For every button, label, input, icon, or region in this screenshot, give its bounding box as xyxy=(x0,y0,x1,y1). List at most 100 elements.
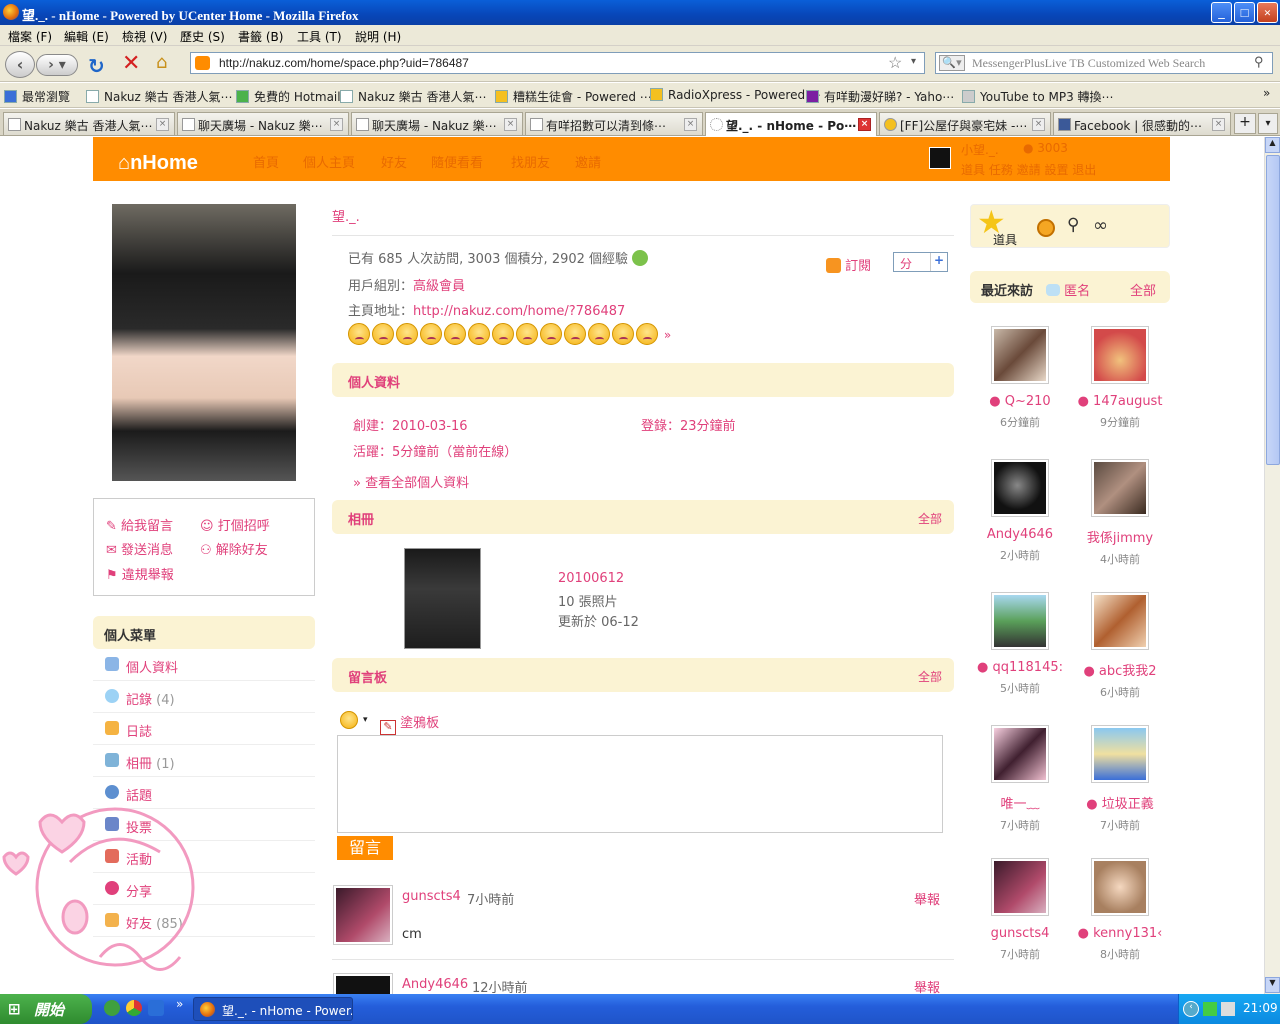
header-user-links[interactable]: 道具 任務 邀請 設置 退出 xyxy=(961,161,1096,178)
scroll-down-icon[interactable]: ▼ xyxy=(1265,977,1280,993)
menu-edit[interactable]: 編輯 (E) xyxy=(64,28,109,45)
quicklaunch-overflow-icon[interactable]: » xyxy=(176,997,183,1011)
menu-view[interactable]: 檢視 (V) xyxy=(122,28,167,45)
quicklaunch-icon[interactable] xyxy=(148,1000,164,1016)
subscribe-link[interactable]: 訂閱 xyxy=(826,255,871,274)
visitor-avatar[interactable] xyxy=(1091,592,1149,650)
greet-link[interactable]: ☺ 打個招呼 xyxy=(200,515,270,534)
ie-icon[interactable] xyxy=(104,1000,120,1016)
visitor-name[interactable]: ● abc我我2 xyxy=(1070,660,1170,679)
nav-home[interactable]: 首頁 xyxy=(253,152,279,171)
visitor-name[interactable]: Andy4646 xyxy=(970,527,1070,542)
visitor-avatar[interactable] xyxy=(1091,725,1149,783)
home-icon[interactable]: ⌂ xyxy=(156,52,167,73)
chevron-down-icon[interactable]: ▾ xyxy=(363,715,368,725)
chrome-icon[interactable] xyxy=(126,1000,142,1016)
group-link[interactable]: 高級會員 xyxy=(413,279,465,294)
bookmark-item[interactable]: RadioXpress - Powered ⋯ xyxy=(650,88,821,102)
remove-friend-link[interactable]: ⚇ 解除好友 xyxy=(200,539,268,558)
maximize-button[interactable]: □ xyxy=(1234,2,1255,23)
tab[interactable]: Nakuz 樂古 香港人氣⋯ × xyxy=(3,112,175,135)
visitor-item[interactable]: ● 147august 9分鐘前 xyxy=(1070,326,1170,430)
menu-item-blog[interactable]: 日誌 xyxy=(93,713,315,745)
reload-icon[interactable]: ↻ xyxy=(88,54,105,78)
minimize-button[interactable]: _ xyxy=(1211,2,1232,23)
menu-tools[interactable]: 工具 (T) xyxy=(297,28,342,45)
nav-my-space[interactable]: 個人主頁 xyxy=(303,152,355,171)
tab-active[interactable]: 望._. - nHome - Po⋯ × xyxy=(705,112,877,136)
visitor-item[interactable]: ● kenny131‹ 8小時前 xyxy=(1070,858,1170,962)
bookmark-most-visited[interactable]: 最常瀏覽 xyxy=(4,88,70,105)
clock[interactable]: 21:09 xyxy=(1243,1001,1278,1015)
nav-invite[interactable]: 邀請 xyxy=(575,152,601,171)
medal-icon[interactable] xyxy=(1037,219,1055,237)
share-button[interactable]: 分 + xyxy=(893,252,948,272)
message-textarea[interactable] xyxy=(337,735,943,833)
visitor-name[interactable]: ● Q~210 xyxy=(970,394,1070,409)
menu-item-records[interactable]: 記錄 (4) xyxy=(93,681,315,713)
start-button[interactable]: ⊞ 開始 xyxy=(0,994,92,1024)
visitor-avatar[interactable] xyxy=(991,592,1049,650)
tab-close-icon[interactable]: × xyxy=(504,118,517,131)
visitor-name[interactable]: ● kenny131‹ xyxy=(1070,926,1170,941)
search-engine-icon[interactable]: 🔍▾ xyxy=(939,55,965,71)
stop-icon[interactable]: ✕ xyxy=(122,51,140,76)
magnifier-icon[interactable]: ⚲ xyxy=(1067,215,1079,235)
network-icon[interactable] xyxy=(1203,1002,1217,1016)
menu-file[interactable]: 檔案 (F) xyxy=(8,28,52,45)
url-input[interactable]: http://nakuz.com/home/space.php?uid=7864… xyxy=(190,52,925,74)
visitor-item[interactable]: 唯一﹏ 7小時前 xyxy=(970,725,1070,833)
vertical-scrollbar[interactable]: ▲ ▼ xyxy=(1264,137,1280,994)
visitor-avatar[interactable] xyxy=(1091,459,1149,517)
visitor-name[interactable]: gunscts4 xyxy=(970,926,1070,941)
tray-expand-icon[interactable]: ‹ xyxy=(1183,1001,1199,1017)
report-comment-link[interactable]: 舉報 xyxy=(914,977,940,994)
emoticon-picker-icon[interactable] xyxy=(340,711,358,729)
bookmark-item[interactable]: 免費的 Hotmail xyxy=(236,88,341,105)
search-go-icon[interactable]: ⚲ xyxy=(1254,54,1264,70)
forward-button[interactable]: › ▾ xyxy=(36,54,78,76)
visitor-name[interactable]: 我係jimmy xyxy=(1070,527,1170,546)
glasses-icon[interactable]: ∞ xyxy=(1093,215,1108,236)
visitor-name[interactable]: ● 147august xyxy=(1070,394,1170,409)
new-tab-button[interactable]: + xyxy=(1234,113,1256,134)
scrollbar-thumb[interactable] xyxy=(1266,155,1280,465)
comment-avatar[interactable] xyxy=(333,973,393,994)
tab[interactable]: 聊天廣場 - Nakuz 樂⋯ × xyxy=(351,112,523,135)
tab-close-icon[interactable]: × xyxy=(1212,118,1225,131)
visitor-item[interactable]: gunscts4 7小時前 xyxy=(970,858,1070,962)
visitor-name[interactable]: ● qq118145: xyxy=(970,660,1070,675)
bookmark-item[interactable]: YouTube to MP3 轉換⋯ xyxy=(962,88,1114,105)
tab-close-icon[interactable]: × xyxy=(858,118,871,131)
nav-find-friends[interactable]: 找朋友 xyxy=(511,152,550,171)
chevron-down-icon[interactable]: ▾ xyxy=(911,56,916,67)
tab[interactable]: Facebook | 很感動的⋯ × xyxy=(1053,112,1231,135)
menu-bookmarks[interactable]: 書籤 (B) xyxy=(238,28,283,45)
tools-label[interactable]: 道具 xyxy=(993,231,1017,248)
back-button[interactable]: ‹ xyxy=(5,51,35,78)
visitor-item[interactable]: ● abc我我2 6小時前 xyxy=(1070,592,1170,700)
search-input[interactable]: 🔍▾ MessengerPlusLive TB Customized Web S… xyxy=(935,52,1273,74)
tab[interactable]: 有咩招數可以清到條⋯ × xyxy=(525,112,703,135)
message-board-all-link[interactable]: 全部 xyxy=(918,668,942,685)
graffiti-board-link[interactable]: ✎ 塗鴉板 xyxy=(380,712,439,735)
user-avatar[interactable] xyxy=(929,147,951,169)
visitors-all-link[interactable]: 全部 xyxy=(1130,280,1156,299)
album-cover[interactable] xyxy=(404,548,481,649)
menu-help[interactable]: 說明 (H) xyxy=(355,28,401,45)
album-all-link[interactable]: 全部 xyxy=(918,510,942,527)
visitor-item[interactable]: ● Q~210 6分鐘前 xyxy=(970,326,1070,430)
close-button[interactable]: × xyxy=(1257,2,1278,23)
menu-item-profile[interactable]: 個人資料 xyxy=(93,649,315,681)
visitor-avatar[interactable] xyxy=(1091,326,1149,384)
volume-icon[interactable] xyxy=(1221,1002,1235,1016)
bookmark-item[interactable]: Nakuz 樂古 香港人氣⋯ xyxy=(86,88,232,105)
star-icon[interactable]: ☆ xyxy=(888,53,902,73)
tab-close-icon[interactable]: × xyxy=(684,118,697,131)
bookmarks-overflow-icon[interactable]: » xyxy=(1263,86,1270,100)
site-logo[interactable]: ⌂nHome xyxy=(118,152,198,175)
visitor-item[interactable]: 我係jimmy 4小時前 xyxy=(1070,459,1170,567)
taskbar-firefox-window[interactable]: 望._. - nHome - Power... xyxy=(193,997,353,1021)
comment-author-link[interactable]: gunscts4 xyxy=(402,889,461,904)
tab[interactable]: 聊天廣場 - Nakuz 樂⋯ × xyxy=(177,112,349,135)
